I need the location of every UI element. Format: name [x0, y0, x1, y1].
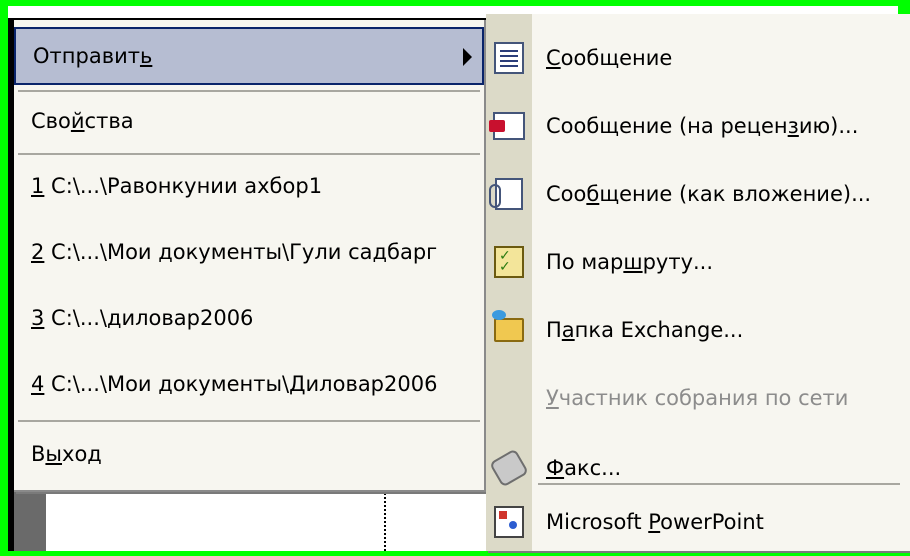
file-menu: Отправить Свойства 1 C:\...\Равонкунии а… — [14, 20, 486, 492]
exchange-folder-icon — [492, 310, 526, 347]
submenu-arrow-icon — [463, 48, 472, 66]
submenu-item-message-review[interactable]: Сообщение (на рецензию)... — [486, 92, 910, 160]
document-margin-guide — [384, 490, 386, 551]
menu-item-send-label: Отправить — [33, 44, 153, 68]
send-submenu: Сообщение Сообщение (на рецензию)... Соо… — [486, 14, 910, 551]
document-page — [46, 490, 486, 551]
submenu-item-message-review-label: Сообщение (на рецензию)... — [546, 114, 859, 138]
menu-separator — [18, 420, 480, 422]
submenu-item-message-label: Сообщение — [546, 46, 673, 70]
submenu-separator — [538, 483, 900, 485]
attachment-message-icon — [489, 177, 526, 211]
submenu-item-online-meeting: Участник собрания по сети — [486, 364, 910, 432]
fax-icon — [489, 448, 529, 488]
menu-separator — [18, 153, 480, 155]
powerpoint-icon — [492, 505, 526, 539]
submenu-item-routing[interactable]: По маршруту... — [486, 228, 910, 296]
submenu-item-powerpoint[interactable]: Microsoft PowerPoint — [486, 488, 910, 556]
recent-file-3-label: 3 C:\...\диловар2006 — [31, 306, 254, 330]
menu-item-properties[interactable]: Свойства — [14, 92, 484, 150]
document-side-bar — [14, 490, 46, 551]
submenu-item-message-attachment[interactable]: Сообщение (как вложение)... — [486, 160, 910, 228]
submenu-item-message[interactable]: Сообщение — [486, 24, 910, 92]
menu-item-recent-file-2[interactable]: 2 C:\...\Мои документы\Гули садбарг — [14, 223, 484, 281]
submenu-item-fax-label: Факс... — [546, 456, 622, 480]
submenu-item-message-attachment-label: Сообщение (как вложение)... — [546, 182, 872, 206]
submenu-item-exchange-folder-label: Папка Exchange... — [546, 318, 744, 342]
review-message-icon — [489, 109, 526, 143]
submenu-item-exchange-folder[interactable]: Папка Exchange... — [486, 296, 910, 364]
menu-item-exit-label: Выход — [31, 442, 102, 466]
menu-item-properties-label: Свойства — [31, 109, 134, 133]
menu-item-send[interactable]: Отправить — [14, 27, 484, 85]
submenu-item-routing-label: По маршруту... — [546, 250, 714, 274]
recent-file-4-label: 4 C:\...\Мои документы\Диловар2006 — [31, 372, 438, 396]
recent-file-2-label: 2 C:\...\Мои документы\Гули садбарг — [31, 240, 438, 264]
message-icon — [492, 41, 526, 75]
menu-item-recent-file-3[interactable]: 3 C:\...\диловар2006 — [14, 289, 484, 347]
submenu-item-online-meeting-label: Участник собрания по сети — [546, 386, 849, 410]
routing-slip-icon — [492, 245, 526, 279]
menu-item-recent-file-1[interactable]: 1 C:\...\Равонкунии ахбор1 — [14, 157, 484, 215]
menu-item-recent-file-4[interactable]: 4 C:\...\Мои документы\Диловар2006 — [14, 355, 484, 413]
submenu-item-powerpoint-label: Microsoft PowerPoint — [546, 510, 764, 534]
menu-item-exit[interactable]: Выход — [14, 425, 484, 483]
recent-file-1-label: 1 C:\...\Равонкунии ахбор1 — [31, 174, 323, 198]
